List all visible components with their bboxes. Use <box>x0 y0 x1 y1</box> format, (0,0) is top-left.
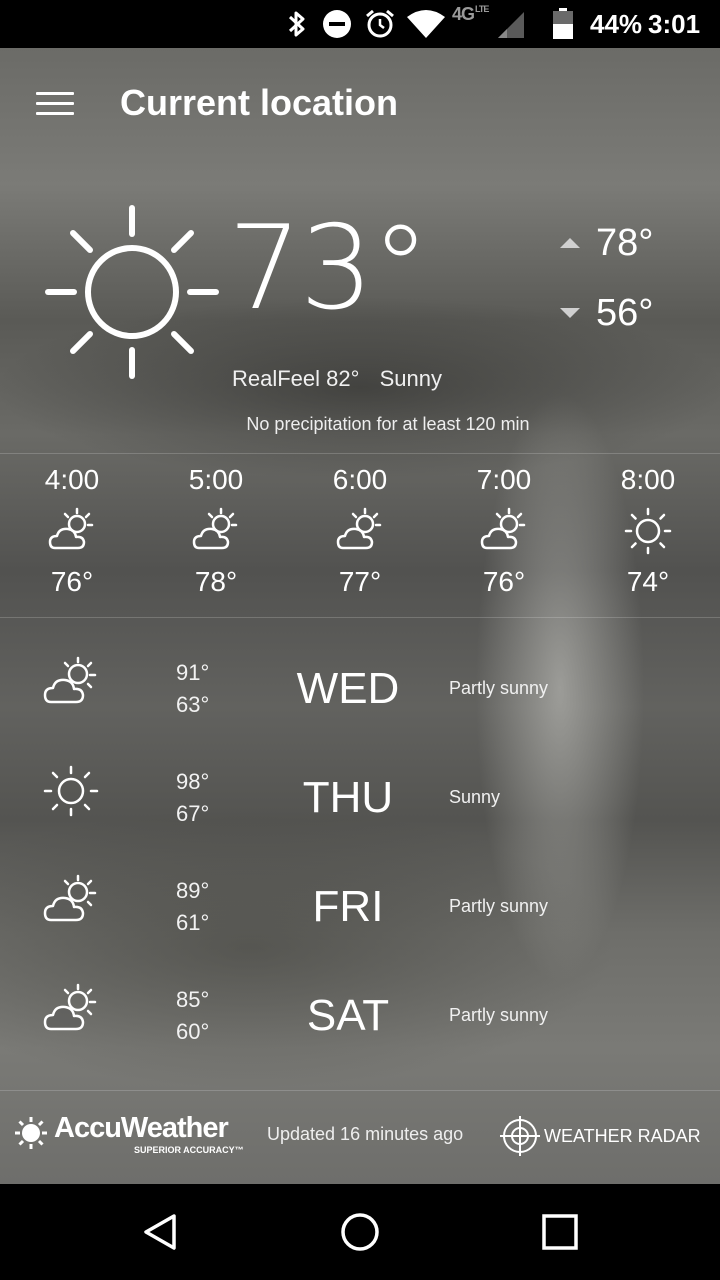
realfeel-value: RealFeel 82° <box>232 366 360 391</box>
recents-icon[interactable] <box>540 1212 580 1252</box>
network-type-label: 4G LTE <box>452 0 489 48</box>
menu-icon[interactable] <box>36 90 76 118</box>
navigation-bar <box>0 1184 720 1280</box>
network-type: 4G <box>452 4 475 24</box>
partly-sunny-icon <box>48 507 94 550</box>
hour-item: 7:00 76° <box>432 460 576 598</box>
weather-radar-button[interactable]: WEATHER RADAR <box>500 1116 701 1156</box>
crosshair-icon <box>500 1116 540 1156</box>
day-low: 63° <box>176 692 210 717</box>
hour-time: 4:00 <box>44 464 100 495</box>
day-condition: Partly sunny <box>449 1005 549 1025</box>
footer: AccuWeather SUPERIOR ACCURACY™ Updated 1… <box>0 1090 720 1184</box>
battery-icon <box>552 0 574 48</box>
day-high: 98° <box>176 769 210 794</box>
partly-sunny-icon <box>192 507 238 550</box>
hour-item: 5:00 78° <box>144 460 288 598</box>
weather-app: Current location 73° 78° 56° RealFeel 82… <box>0 48 720 1184</box>
sun-icon <box>43 765 99 817</box>
low-temperature: 56° <box>560 288 653 338</box>
signal-icon <box>497 0 525 48</box>
hour-temp: 78° <box>194 566 238 597</box>
accuweather-sun-icon <box>15 1117 47 1149</box>
realfeel-line: RealFeel 82° Sunny <box>232 366 442 392</box>
partly-sunny-icon <box>43 983 97 1031</box>
updated-time: Updated 16 minutes ago <box>267 1124 464 1144</box>
weather-radar-label: WEATHER RADAR <box>544 1125 701 1146</box>
wifi-icon <box>406 0 446 48</box>
day-row[interactable]: 98° 67° THU Sunny <box>0 743 720 852</box>
partly-sunny-icon <box>43 656 97 704</box>
sun-icon <box>624 507 672 555</box>
hour-temp: 76° <box>482 566 526 597</box>
do-not-disturb-icon <box>322 0 352 48</box>
back-icon[interactable] <box>140 1212 180 1252</box>
day-low: 60° <box>176 1019 210 1044</box>
hour-temp: 74° <box>626 566 670 597</box>
up-arrow-icon <box>560 238 580 248</box>
alarm-icon <box>364 0 396 48</box>
day-name: THU <box>302 773 394 822</box>
low-value: 56° <box>596 291 654 334</box>
sun-icon <box>45 205 219 379</box>
partly-sunny-icon <box>336 507 382 550</box>
status-bar: 4G LTE 44% 3:01 <box>0 0 720 48</box>
hour-item: 6:00 77° <box>288 460 432 598</box>
high-value: 78° <box>596 221 654 264</box>
day-row[interactable]: 85° 60° SAT Partly sunny <box>0 961 720 1070</box>
brand-name: AccuWeather <box>54 1112 229 1144</box>
current-temperature: 73° <box>228 201 430 336</box>
hour-time: 6:00 <box>332 464 388 495</box>
down-arrow-icon <box>560 308 580 318</box>
day-name: SAT <box>306 991 390 1040</box>
bluetooth-icon <box>284 0 310 48</box>
high-temperature: 78° <box>560 218 653 268</box>
hour-time: 7:00 <box>476 464 532 495</box>
day-high: 91° <box>176 660 210 685</box>
hourly-forecast[interactable]: 4:00 76° 5:00 78° 6:00 77° 7:00 76° 8:00… <box>0 460 720 620</box>
divider <box>0 453 720 454</box>
day-high: 89° <box>176 878 210 903</box>
hour-item: 4:00 76° <box>0 460 144 598</box>
day-name: FRI <box>312 882 384 931</box>
brand-tagline: SUPERIOR ACCURACY™ <box>134 1145 244 1155</box>
day-name: WED <box>296 664 400 713</box>
day-condition: Partly sunny <box>449 678 549 698</box>
hour-time: 8:00 <box>620 464 676 495</box>
partly-sunny-icon <box>43 874 97 922</box>
day-row[interactable]: 89° 61° FRI Partly sunny <box>0 852 720 961</box>
hour-time: 5:00 <box>188 464 244 495</box>
battery-percent: 44% <box>590 8 643 39</box>
network-sub: LTE <box>475 4 489 14</box>
hour-temp: 77° <box>338 566 382 597</box>
hour-item: 8:00 74° <box>576 460 720 598</box>
accuweather-logo[interactable]: AccuWeather SUPERIOR ACCURACY™ <box>14 1112 254 1160</box>
clock-time: 3:01 <box>648 8 701 39</box>
day-high: 85° <box>176 987 210 1012</box>
day-row[interactable]: 91° 63° WED Partly sunny <box>0 634 720 743</box>
precipitation-note: No precipitation for at least 120 min <box>246 414 530 434</box>
page-title: Current location <box>120 82 399 123</box>
current-condition: Sunny <box>379 366 442 391</box>
day-low: 67° <box>176 801 210 826</box>
partly-sunny-icon <box>480 507 526 550</box>
day-condition: Partly sunny <box>449 896 549 916</box>
divider <box>0 617 720 618</box>
hour-temp: 76° <box>50 566 94 597</box>
home-icon[interactable] <box>340 1212 380 1252</box>
day-condition: Sunny <box>449 787 501 807</box>
day-low: 61° <box>176 910 210 935</box>
